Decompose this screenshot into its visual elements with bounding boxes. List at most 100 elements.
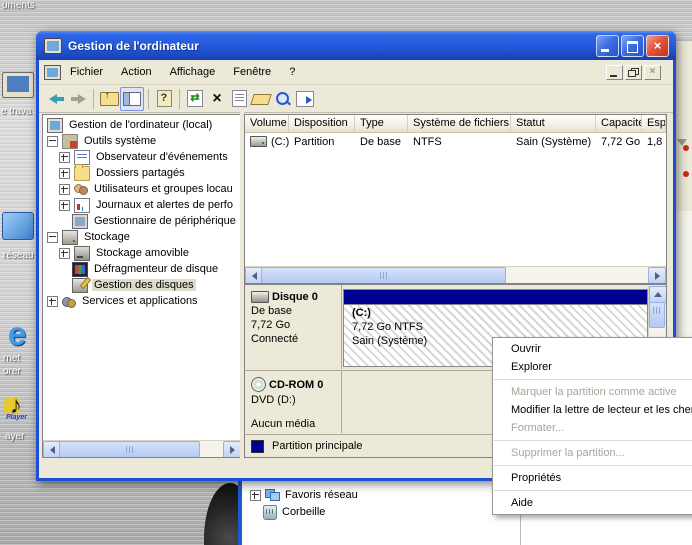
mdi-restore-glyph2 xyxy=(628,70,636,77)
desktop-label-player[interactable]: ayer xyxy=(5,431,24,442)
cell-esp: 1,8 xyxy=(642,136,666,148)
collapse-minus-icon[interactable] xyxy=(47,232,58,243)
menu-separator xyxy=(494,440,692,441)
col-disposition[interactable]: Disposition xyxy=(289,115,355,133)
up-folder-button[interactable] xyxy=(98,88,120,110)
back-button[interactable] xyxy=(45,88,67,110)
scrollbar-thumb[interactable] xyxy=(59,441,200,458)
col-capacite[interactable]: Capacité xyxy=(596,115,642,133)
scroll-right-button[interactable] xyxy=(648,267,666,284)
bg-window-divider xyxy=(520,511,521,545)
expand-plus-icon[interactable] xyxy=(250,490,261,501)
menu-action[interactable]: Action xyxy=(112,64,161,80)
properties-button[interactable] xyxy=(228,88,250,110)
menu-separator xyxy=(494,379,692,380)
scroll-right-button[interactable] xyxy=(223,441,241,458)
mdi-close-button[interactable]: × xyxy=(644,65,661,80)
cdrom-info[interactable]: CD-ROM 0 DVD (D:) Aucun média xyxy=(245,371,342,433)
menu-aide[interactable]: ? xyxy=(280,64,304,80)
desktop-label-poste-travail[interactable]: e trava xyxy=(1,106,32,117)
maximize-button[interactable] xyxy=(621,35,644,57)
mdi-restore-button[interactable] xyxy=(625,65,642,80)
open-button[interactable] xyxy=(250,88,272,110)
tree-item-utilisateurs[interactable]: Utilisateurs et groupes locau xyxy=(43,181,241,197)
list-horizontal-scrollbar[interactable] xyxy=(245,266,666,283)
tree-item-root[interactable]: Gestion de l'ordinateur (local) xyxy=(43,117,241,133)
tree-item-gestion-disques[interactable]: Gestion des disques xyxy=(43,277,241,293)
performance-logs-icon xyxy=(74,198,90,213)
tree-item-stockage-amovible[interactable]: Stockage amovible xyxy=(43,245,241,261)
disk0-info[interactable]: Disque 0 De base 7,72 Go Connecté xyxy=(245,285,342,369)
internet-explorer-icon[interactable]: e xyxy=(0,316,34,352)
col-type[interactable]: Type xyxy=(355,115,408,133)
defragmenter-icon xyxy=(72,262,88,277)
volume-row-c[interactable]: (C:) Partition De base NTFS Sain (Systèm… xyxy=(245,133,666,150)
scrollbar-thumb[interactable] xyxy=(649,302,665,328)
tree-item-defragmenteur[interactable]: Défragmenteur de disque xyxy=(43,261,241,277)
expand-plus-icon[interactable] xyxy=(59,200,70,211)
close-button[interactable]: × xyxy=(646,35,669,57)
cell-type: De base xyxy=(355,136,408,148)
tree-item-stockage[interactable]: Stockage xyxy=(43,229,241,245)
toolbar: ⇄ × xyxy=(39,85,673,113)
up-folder-icon xyxy=(100,92,119,106)
network-places-icon[interactable] xyxy=(2,212,34,240)
tree-item-journaux[interactable]: Journaux et alertes de perfo xyxy=(43,197,241,213)
expand-plus-icon[interactable] xyxy=(59,248,70,259)
delete-button[interactable]: × xyxy=(206,88,228,110)
disk0-size: 7,72 Go xyxy=(251,319,341,331)
col-statut[interactable]: Statut xyxy=(511,115,596,133)
menu-fenetre[interactable]: Fenêtre xyxy=(224,64,280,80)
menu-item-ouvrir[interactable]: Ouvrir xyxy=(493,340,692,358)
collapse-minus-icon[interactable] xyxy=(47,136,58,147)
export-list-button[interactable] xyxy=(294,88,316,110)
menu-item-proprietes[interactable]: Propriétés xyxy=(493,469,692,487)
media-player-icon[interactable]: ♪ Player xyxy=(4,392,32,426)
show-tree-button[interactable] xyxy=(120,87,144,111)
desktop-label-explorer[interactable]: orer xyxy=(3,366,21,377)
desktop-label-internet[interactable]: rnet xyxy=(3,353,20,364)
my-computer-icon[interactable] xyxy=(2,72,34,98)
cdrom-media: DVD (D:) xyxy=(251,394,341,406)
cell-volume: (C:) xyxy=(271,136,289,148)
close-glyph: × xyxy=(647,37,668,55)
col-fs[interactable]: Système de fichiers xyxy=(408,115,511,133)
bg-tree-item-corbeille[interactable]: Corbeille xyxy=(282,506,325,518)
desktop-label-reseau[interactable]: réseau xyxy=(3,250,34,261)
expand-plus-icon[interactable] xyxy=(59,184,70,195)
window-title: Gestion de l'ordinateur xyxy=(68,39,199,53)
tree-item-gestionnaire-periph[interactable]: Gestionnaire de périphérique xyxy=(43,213,241,229)
disk0-status: Connecté xyxy=(251,333,341,345)
refresh-button[interactable]: ⇄ xyxy=(184,88,206,110)
expand-plus-icon[interactable] xyxy=(59,168,70,179)
menu-affichage[interactable]: Affichage xyxy=(161,64,225,80)
expand-plus-icon[interactable] xyxy=(59,152,70,163)
tree-item-outils-systeme[interactable]: Outils système xyxy=(43,133,241,149)
mdi-minimize-button[interactable] xyxy=(606,65,623,80)
menu-item-modifier-lettre[interactable]: Modifier la lettre de lecteur et les che… xyxy=(493,401,692,419)
menu-item-aide[interactable]: Aide xyxy=(493,494,692,512)
toolbar-separator xyxy=(179,89,180,109)
menu-fichier[interactable]: Fichier xyxy=(61,64,112,80)
col-esp[interactable]: Esp xyxy=(642,115,666,133)
tree-horizontal-scrollbar[interactable] xyxy=(43,440,241,457)
toolbar-separator xyxy=(148,89,149,109)
scrollbar-thumb[interactable] xyxy=(261,267,506,284)
forward-button[interactable] xyxy=(67,88,89,110)
help-doc-button[interactable] xyxy=(153,88,175,110)
bg-tree-item-favoris[interactable]: Favoris réseau xyxy=(285,489,358,501)
tree-item-dossiers-partages[interactable]: Dossiers partagés xyxy=(43,165,241,181)
menu-separator xyxy=(494,490,692,491)
menu-item-explorer[interactable]: Explorer xyxy=(493,358,692,376)
find-button[interactable] xyxy=(272,88,294,110)
minimize-button[interactable] xyxy=(596,35,619,57)
desktop: uments e trava réseau e rnet orer ♪ Play… xyxy=(0,0,692,545)
expand-plus-icon[interactable] xyxy=(47,296,58,307)
tree-item-services[interactable]: Services et applications xyxy=(43,293,241,309)
col-volume[interactable]: Volume xyxy=(245,115,289,133)
partition-detail: 7,72 Go NTFS xyxy=(352,321,647,333)
scroll-up-button[interactable] xyxy=(649,286,667,303)
tree-item-observateur[interactable]: Observateur d'événements xyxy=(43,149,241,165)
desktop-label-documents: uments xyxy=(2,0,35,11)
titlebar[interactable]: Gestion de l'ordinateur × xyxy=(36,31,676,60)
